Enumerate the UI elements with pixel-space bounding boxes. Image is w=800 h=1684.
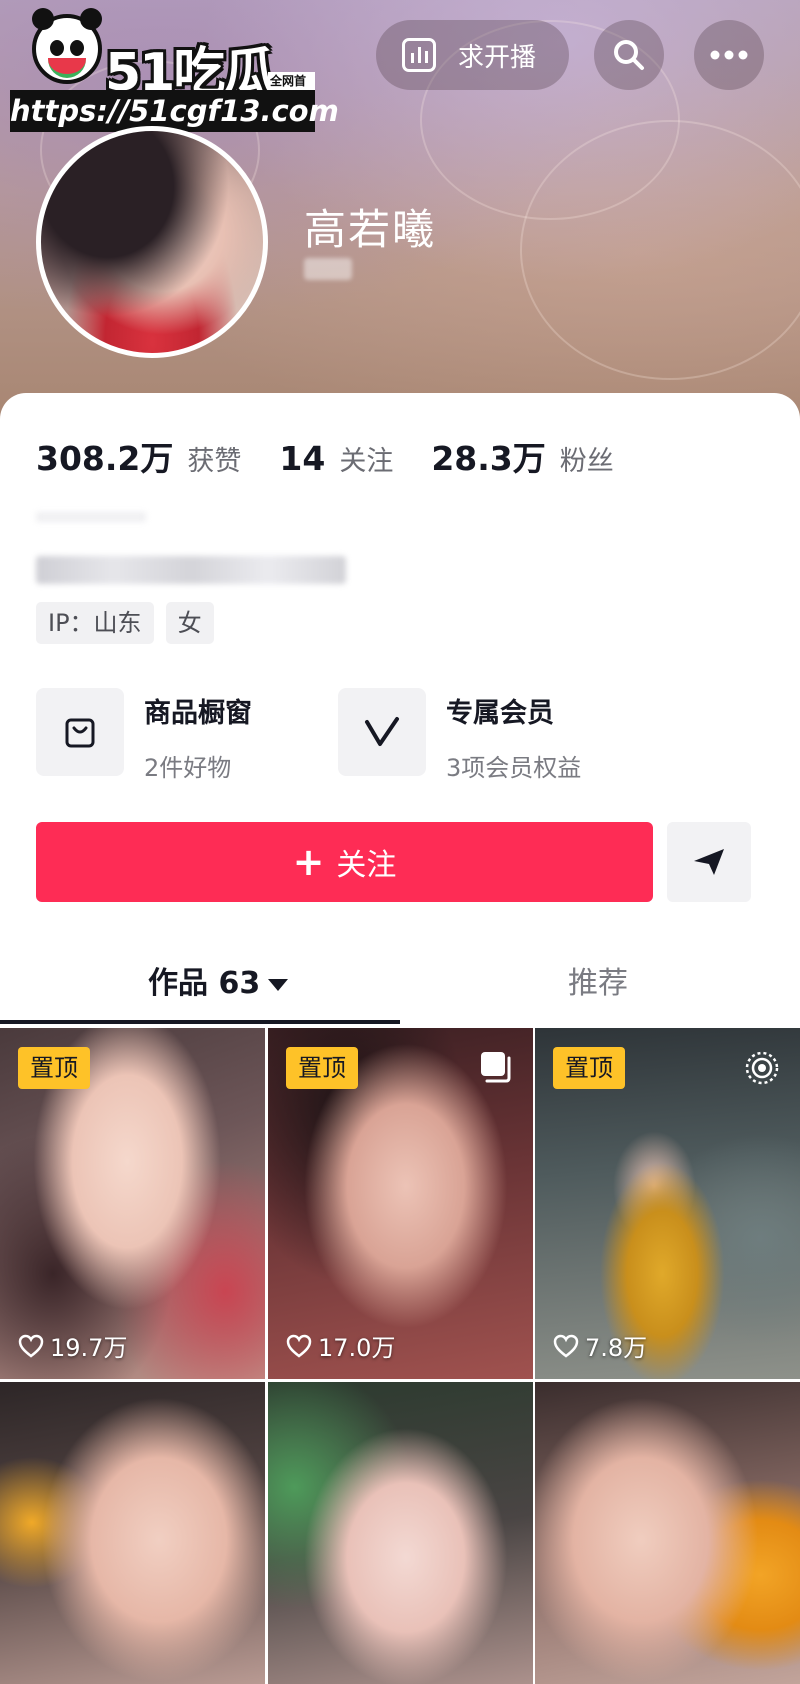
blurred-bio-line	[36, 512, 146, 522]
membership-entry[interactable]: 专属会员 3项会员权益	[338, 688, 581, 783]
like-count-value: 7.8万	[585, 1334, 648, 1362]
feature-title: 商品橱窗	[144, 698, 252, 729]
stat-value: 14	[279, 439, 326, 478]
more-icon	[710, 50, 748, 60]
tab-indicator	[0, 1020, 400, 1024]
member-v-icon	[338, 688, 426, 776]
shopping-bag-icon	[36, 688, 124, 776]
like-count-value: 17.0万	[318, 1334, 396, 1362]
caret-down-icon	[268, 978, 289, 991]
search-icon	[614, 40, 644, 70]
avatar[interactable]	[36, 126, 268, 358]
heart-icon	[18, 1334, 44, 1358]
profile-name: 高若曦	[304, 205, 437, 254]
like-count: 17.0万	[286, 1328, 395, 1363]
search-button[interactable]	[594, 20, 664, 90]
cover-decoration	[520, 120, 800, 380]
video-thumbnail[interactable]: 置顶 19.7万	[0, 1028, 265, 1379]
request-live-label: 求开播	[458, 42, 537, 73]
tab-works-label: 作品 63	[148, 966, 261, 1001]
live-photo-icon	[745, 1051, 779, 1085]
stat-label: 关注	[339, 446, 394, 477]
feature-subtitle: 2件好物	[144, 754, 232, 782]
stat-label: 粉丝	[559, 446, 614, 477]
like-count-value: 19.7万	[50, 1334, 128, 1362]
blurred-bio-line	[36, 556, 346, 584]
ip-location-tag: IP：山东	[36, 602, 154, 644]
video-thumbnail[interactable]	[0, 1382, 265, 1684]
more-button[interactable]	[694, 20, 764, 90]
watermark-logo: 51吃瓜 全网首发 https://51cgf13.com	[10, 8, 339, 132]
video-thumbnail[interactable]: 置顶 7.8万	[535, 1028, 800, 1379]
pinned-badge: 置顶	[18, 1047, 90, 1089]
follow-label: 关注	[336, 848, 397, 883]
pinned-badge: 置顶	[553, 1047, 625, 1089]
plus-icon: +	[292, 840, 325, 884]
stat-following[interactable]: 14 关注	[279, 439, 393, 478]
video-thumbnail[interactable]	[535, 1382, 800, 1684]
feature-title: 专属会员	[446, 698, 554, 729]
profile-stats: 308.2万 获赞 14 关注 28.3万 粉丝	[36, 432, 652, 480]
bar-chart-icon	[402, 38, 436, 72]
gender-tag: 女	[165, 602, 214, 644]
stat-followers[interactable]: 28.3万 粉丝	[431, 432, 613, 480]
send-icon	[694, 849, 724, 875]
video-thumbnail[interactable]	[268, 1382, 533, 1684]
tab-works[interactable]: 作品 63	[148, 958, 289, 1002]
stat-value: 28.3万	[431, 439, 546, 478]
multi-image-icon	[481, 1052, 511, 1083]
tab-recommend[interactable]: 推荐	[568, 958, 628, 1002]
panda-mascot-icon	[32, 8, 102, 84]
feature-subtitle: 3项会员权益	[446, 754, 582, 782]
follow-button[interactable]: + 关注	[36, 822, 653, 902]
like-count: 7.8万	[553, 1328, 647, 1363]
stat-value: 308.2万	[36, 439, 174, 478]
shop-window-entry[interactable]: 商品橱窗 2件好物	[36, 688, 252, 783]
stat-likes[interactable]: 308.2万 获赞	[36, 432, 241, 480]
stat-label: 获赞	[187, 446, 242, 477]
video-thumbnail[interactable]: 置顶 17.0万	[268, 1028, 533, 1379]
share-button[interactable]	[667, 822, 751, 902]
blurred-name-detail	[304, 258, 352, 280]
request-live-button[interactable]: 求开播	[376, 20, 569, 90]
heart-icon	[553, 1334, 579, 1358]
pinned-badge: 置顶	[286, 1047, 358, 1089]
profile-tags: IP：山东 女	[36, 602, 226, 644]
heart-icon	[286, 1334, 312, 1358]
like-count: 19.7万	[18, 1328, 127, 1363]
